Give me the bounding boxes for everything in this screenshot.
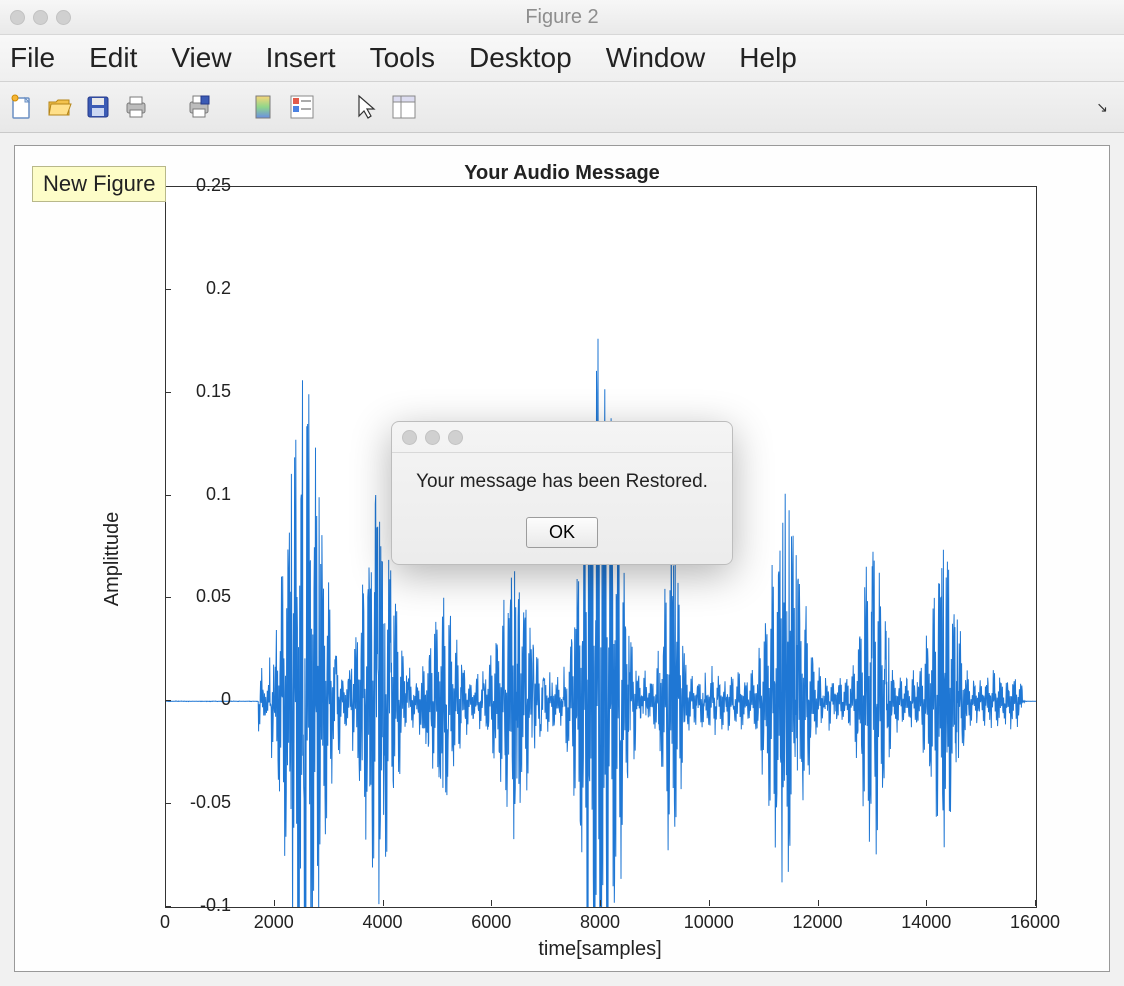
print-icon[interactable] [122, 93, 150, 121]
y-axis-label: Amplittude [101, 511, 124, 606]
menubar: File Edit View Insert Tools Desktop Wind… [0, 35, 1124, 82]
print-figure-icon[interactable] [186, 93, 214, 121]
menu-help[interactable]: Help [739, 42, 797, 74]
message-dialog: Your message has been Restored. OK [391, 421, 733, 565]
menu-edit[interactable]: Edit [89, 42, 137, 74]
save-icon[interactable] [84, 93, 112, 121]
x-tick-label: 10000 [684, 912, 734, 933]
x-tick-label: 16000 [1010, 912, 1060, 933]
menu-file[interactable]: File [10, 42, 55, 74]
window-title: Figure 2 [0, 6, 1124, 29]
inspector-icon[interactable] [390, 93, 418, 121]
data-cursor-icon[interactable] [250, 93, 278, 121]
x-tick-label: 12000 [792, 912, 842, 933]
window-controls [10, 10, 71, 25]
new-figure-icon[interactable] [8, 93, 36, 121]
toolbar: ↘ [0, 82, 1124, 133]
y-tick-label: 0 [171, 689, 231, 710]
dialog-titlebar [392, 422, 732, 453]
x-tick-label: 0 [160, 912, 170, 933]
dialog-zoom-icon[interactable] [448, 430, 463, 445]
x-tick-label: 6000 [471, 912, 511, 933]
y-tick-label: -0.1 [171, 895, 231, 916]
tooltip-new-figure: New Figure [32, 166, 166, 202]
ok-button[interactable]: OK [526, 517, 598, 548]
dialog-close-icon[interactable] [402, 430, 417, 445]
dock-arrow-icon[interactable]: ↘ [1096, 99, 1108, 116]
x-axis-label: time[samples] [165, 938, 1035, 961]
x-tick-label: 14000 [901, 912, 951, 933]
menu-tools[interactable]: Tools [370, 42, 435, 74]
menu-insert[interactable]: Insert [266, 42, 336, 74]
dialog-message: Your message has been Restored. [392, 453, 732, 509]
y-tick-label: -0.05 [171, 792, 231, 813]
titlebar: Figure 2 [0, 0, 1124, 35]
x-tick-label: 2000 [254, 912, 294, 933]
y-tick-label: 0.05 [171, 586, 231, 607]
dialog-minimize-icon[interactable] [425, 430, 440, 445]
zoom-window-icon[interactable] [56, 10, 71, 25]
menu-desktop[interactable]: Desktop [469, 42, 572, 74]
y-tick-label: 0.2 [171, 278, 231, 299]
x-tick-label: 4000 [362, 912, 402, 933]
y-tick-label: 0.1 [171, 484, 231, 505]
color-legend-icon[interactable] [288, 93, 316, 121]
close-window-icon[interactable] [10, 10, 25, 25]
x-tick-label: 8000 [580, 912, 620, 933]
y-tick-label: 0.15 [171, 381, 231, 402]
menu-view[interactable]: View [171, 42, 231, 74]
y-tick-label: 0.25 [171, 175, 231, 196]
pointer-icon[interactable] [352, 93, 380, 121]
menu-window[interactable]: Window [606, 42, 706, 74]
open-icon[interactable] [46, 93, 74, 121]
minimize-window-icon[interactable] [33, 10, 48, 25]
